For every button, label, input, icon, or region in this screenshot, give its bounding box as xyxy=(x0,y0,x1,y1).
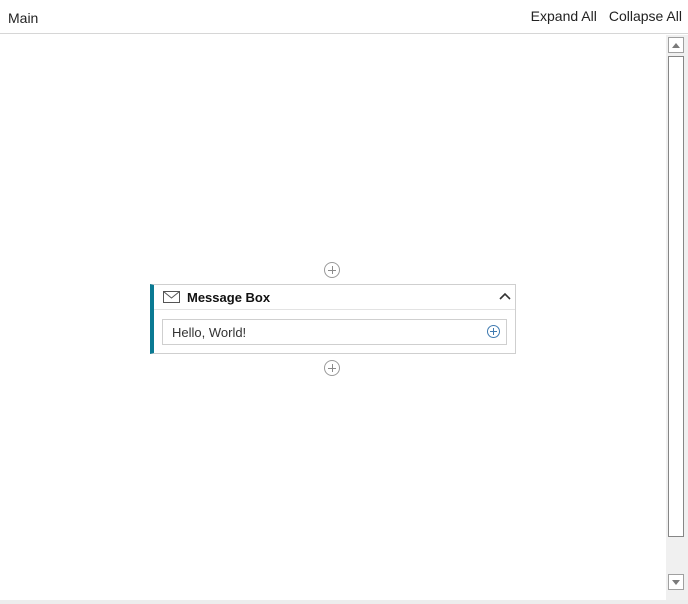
arrow-down-icon xyxy=(672,579,680,585)
designer-header: Main Expand All Collapse All xyxy=(0,0,688,34)
plus-circle-icon[interactable] xyxy=(487,325,500,338)
message-text-value[interactable]: Hello, World! xyxy=(172,325,246,340)
add-activity-above-icon[interactable] xyxy=(324,262,340,278)
activity-title: Message Box xyxy=(187,290,271,305)
activity-header[interactable]: Message Box xyxy=(154,285,515,310)
header-actions: Expand All Collapse All xyxy=(531,8,682,24)
arrow-up-icon xyxy=(672,42,680,48)
add-activity-below-icon[interactable] xyxy=(324,360,340,376)
scroll-thumb[interactable] xyxy=(668,56,684,537)
expand-all-link[interactable]: Expand All xyxy=(531,8,597,24)
message-box-activity[interactable]: Message Box Hello, World! xyxy=(150,284,516,354)
chevron-up-icon[interactable] xyxy=(499,291,511,301)
scroll-up-button[interactable] xyxy=(668,37,684,53)
envelope-icon xyxy=(163,291,180,303)
scroll-down-button[interactable] xyxy=(668,574,684,590)
vertical-scrollbar[interactable] xyxy=(666,35,688,600)
collapse-all-link[interactable]: Collapse All xyxy=(609,8,682,24)
breadcrumb[interactable]: Main xyxy=(8,10,38,26)
bottom-status-strip xyxy=(0,600,688,604)
message-text-field[interactable]: Hello, World! xyxy=(162,319,507,345)
